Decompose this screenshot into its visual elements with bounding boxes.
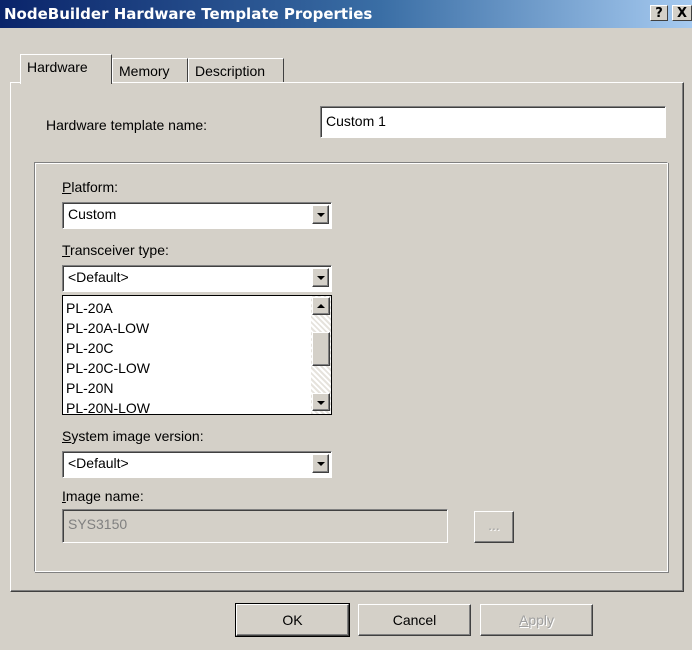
platform-value: Custom — [68, 206, 117, 222]
list-item[interactable]: PL-20N-LOW — [66, 398, 150, 414]
list-item[interactable]: PL-20A-LOW — [66, 318, 150, 338]
cancel-button[interactable]: Cancel — [358, 604, 471, 636]
ok-button[interactable]: OK — [235, 603, 350, 637]
chevron-down-icon — [317, 462, 325, 466]
system-image-label: System image version: — [62, 428, 204, 444]
scroll-up-button[interactable] — [312, 297, 330, 315]
platform-label: Platform: — [62, 179, 119, 195]
chevron-down-icon — [317, 276, 325, 280]
template-name-label: Hardware template name: — [46, 117, 208, 133]
image-name-label: Image name: — [62, 488, 144, 504]
system-image-dropdown[interactable]: <Default> — [62, 451, 332, 478]
list-item[interactable]: PL-20N — [66, 378, 150, 398]
system-image-dropdown-button[interactable] — [312, 454, 329, 473]
transceiver-dropdown[interactable]: <Default> — [62, 265, 332, 292]
transceiver-label: Transceiver type: — [62, 242, 169, 258]
chevron-down-icon — [317, 213, 325, 217]
transceiver-value: <Default> — [68, 269, 129, 285]
browse-label: ... — [488, 517, 500, 533]
arrow-down-icon — [317, 401, 325, 405]
list-scrollbar[interactable] — [311, 296, 331, 414]
platform-dropdown-button[interactable] — [312, 205, 329, 224]
platform-dropdown[interactable]: Custom — [62, 202, 332, 229]
transceiver-dropdown-button[interactable] — [312, 268, 329, 287]
system-image-value: <Default> — [68, 455, 129, 471]
list-item[interactable]: PL-20C-LOW — [66, 358, 150, 378]
template-name-input[interactable]: Custom 1 — [320, 106, 666, 138]
scroll-down-button[interactable] — [312, 393, 330, 411]
scroll-thumb[interactable] — [312, 332, 330, 366]
browse-button[interactable]: ... — [474, 511, 514, 543]
apply-button[interactable]: Apply — [480, 604, 593, 636]
arrow-up-icon — [317, 304, 325, 308]
list-item[interactable]: PL-20A — [66, 298, 150, 318]
list-item[interactable]: PL-20C — [66, 338, 150, 358]
image-name-input[interactable]: SYS3150 — [62, 509, 448, 543]
transceiver-list[interactable]: PL-20A PL-20A-LOW PL-20C PL-20C-LOW PL-2… — [62, 295, 332, 415]
